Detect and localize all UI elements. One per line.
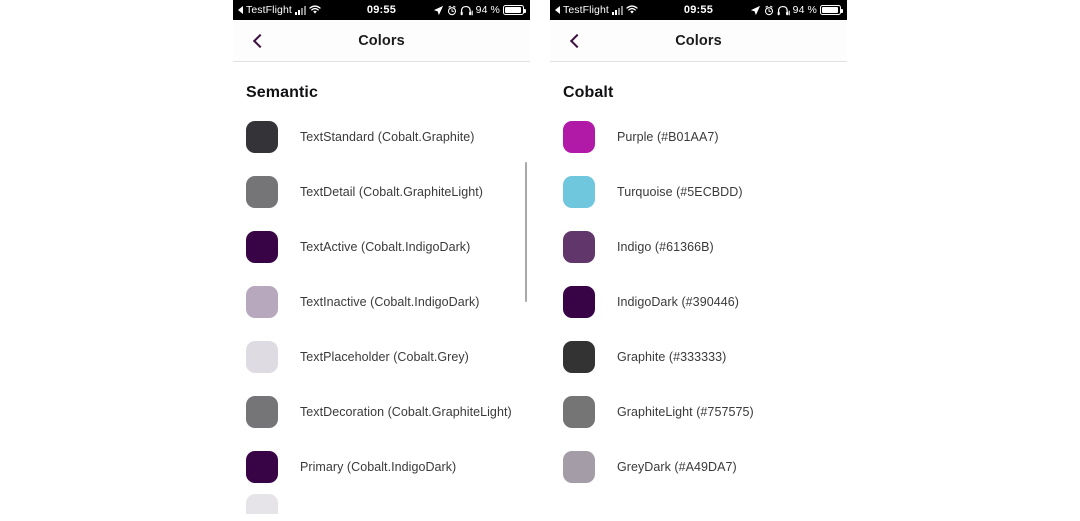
list-item[interactable]: TextDetail (Cobalt.GraphiteLight)	[233, 164, 530, 219]
color-swatch	[246, 230, 278, 263]
chevron-left-icon	[252, 33, 267, 48]
app-screen-left: Colors Semantic TextStandard (Cobalt.Gra…	[233, 16, 530, 517]
color-swatch	[246, 285, 278, 318]
status-bar-right: TestFlight 09:55 94 %	[550, 0, 847, 20]
list-item[interactable]: IndigoDark (#390446)	[550, 274, 847, 329]
back-button-right[interactable]	[558, 24, 592, 58]
list-item[interactable]: TextDecoration (Cobalt.GraphiteLight)	[233, 384, 530, 439]
battery-percentage-label: 94 %	[792, 4, 817, 16]
color-name-label: Purple (#B01AA7)	[617, 129, 719, 144]
phone-screenshot-right: TestFlight 09:55 94 % Colors Cobalt Purp…	[550, 0, 847, 521]
list-item[interactable]	[233, 494, 530, 514]
headphones-icon	[460, 5, 473, 15]
back-button-left[interactable]	[241, 24, 275, 58]
screenshot-stage: TestFlight 09:55 94 % Colors Semantic Te…	[0, 0, 1080, 521]
color-swatch	[246, 175, 278, 208]
section-title-cobalt: Cobalt	[563, 84, 614, 101]
scrollbar-thumb[interactable]	[524, 162, 527, 302]
list-item[interactable]: Graphite (#333333)	[550, 329, 847, 384]
section-title-semantic: Semantic	[246, 84, 318, 101]
list-item[interactable]: TextActive (Cobalt.IndigoDark)	[233, 219, 530, 274]
color-list-cobalt[interactable]: Cobalt Purple (#B01AA7) Turquoise (#5ECB…	[550, 62, 847, 517]
color-swatch	[246, 340, 278, 373]
status-bar-right-group: 94 %	[750, 4, 847, 16]
list-item[interactable]: Indigo (#61366B)	[550, 219, 847, 274]
list-item[interactable]: Primary (Cobalt.IndigoDark)	[233, 439, 530, 494]
list-item[interactable]: Purple (#B01AA7)	[550, 109, 847, 164]
list-item[interactable]: TextPlaceholder (Cobalt.Grey)	[233, 329, 530, 384]
battery-percentage-label: 94 %	[475, 4, 500, 16]
color-name-label: TextStandard (Cobalt.Graphite)	[300, 129, 475, 144]
status-bar-right-group: 94 %	[433, 4, 530, 16]
location-arrow-icon	[750, 5, 760, 15]
battery-icon	[503, 5, 526, 15]
page-title-right: Colors	[675, 32, 722, 49]
color-name-label: GreyDark (#A49DA7)	[617, 459, 737, 474]
color-swatch	[563, 285, 595, 318]
color-swatch	[246, 395, 278, 428]
color-name-label: TextActive (Cobalt.IndigoDark)	[300, 239, 471, 254]
color-name-label: Turquoise (#5ECBDD)	[617, 184, 743, 199]
list-item[interactable]: GraphiteLight (#757575)	[550, 384, 847, 439]
color-swatch	[563, 230, 595, 263]
page-title-left: Colors	[358, 32, 405, 49]
color-swatch	[563, 450, 595, 483]
color-name-label: GraphiteLight (#757575)	[617, 404, 754, 419]
color-swatch	[563, 120, 595, 153]
battery-icon	[820, 5, 843, 15]
list-item[interactable]: GreyDark (#A49DA7)	[550, 439, 847, 494]
navigation-bar-left: Colors	[233, 20, 530, 62]
phone-screenshot-left: TestFlight 09:55 94 % Colors Semantic Te…	[233, 0, 530, 521]
status-bar-left: TestFlight 09:55 94 %	[233, 0, 530, 20]
color-name-label: TextPlaceholder (Cobalt.Grey)	[300, 349, 469, 364]
color-swatch	[563, 395, 595, 428]
color-swatch	[563, 175, 595, 208]
color-name-label: Graphite (#333333)	[617, 349, 727, 364]
color-name-label: TextDecoration (Cobalt.GraphiteLight)	[300, 404, 512, 419]
color-swatch	[563, 340, 595, 373]
list-item[interactable]: TextStandard (Cobalt.Graphite)	[233, 109, 530, 164]
color-list-semantic[interactable]: Semantic TextStandard (Cobalt.Graphite) …	[233, 62, 530, 517]
list-item[interactable]: Turquoise (#5ECBDD)	[550, 164, 847, 219]
navigation-bar-right: Colors	[550, 20, 847, 62]
color-swatch	[246, 494, 278, 514]
app-screen-right: Colors Cobalt Purple (#B01AA7) Turquoise…	[550, 16, 847, 517]
color-swatch	[246, 450, 278, 483]
color-swatch	[246, 120, 278, 153]
color-name-label: TextInactive (Cobalt.IndigoDark)	[300, 294, 480, 309]
location-arrow-icon	[433, 5, 443, 15]
alarm-clock-icon	[447, 5, 456, 15]
alarm-clock-icon	[764, 5, 773, 15]
color-name-label: TextDetail (Cobalt.GraphiteLight)	[300, 184, 483, 199]
color-name-label: IndigoDark (#390446)	[617, 294, 739, 309]
color-name-label: Primary (Cobalt.IndigoDark)	[300, 459, 457, 474]
headphones-icon	[777, 5, 790, 15]
chevron-left-icon	[569, 33, 584, 48]
list-item[interactable]: TextInactive (Cobalt.IndigoDark)	[233, 274, 530, 329]
color-name-label: Indigo (#61366B)	[617, 239, 714, 254]
